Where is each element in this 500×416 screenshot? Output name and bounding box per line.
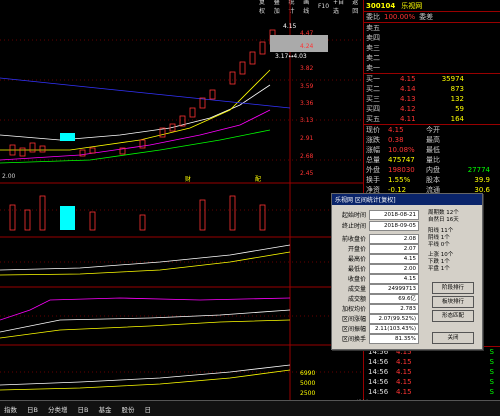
bottom-tab-bar: 指数 日B 分类增 日B 基金 股份 日 <box>0 400 500 416</box>
stat-row: 外盘 198030 内盘 27774 <box>366 166 490 174</box>
change-count-info: 上涨 10个 下跌 1个 平盘 1个 <box>428 252 454 272</box>
svg-text:2.91: 2.91 <box>300 135 314 142</box>
stat-row: 最低价 2.00 <box>336 263 419 274</box>
bottom-tab[interactable]: 分类增 <box>46 404 70 414</box>
svg-text:3.36: 3.36 <box>300 100 314 107</box>
stat-row: 收盘价 4.15 <box>336 273 419 284</box>
order-row: 卖二 <box>366 54 380 62</box>
svg-text:3.59: 3.59 <box>300 83 314 90</box>
close-button[interactable]: 关闭 <box>432 332 474 344</box>
stat-row: 最高价 4.15 <box>336 253 419 264</box>
svg-text:3.13: 3.13 <box>300 117 314 124</box>
stat-row: 区间换手 81.35% <box>336 333 419 344</box>
selection-overlay <box>270 35 328 52</box>
stat-row: 开盘价 2.07 <box>336 243 419 254</box>
indicator-line <box>0 244 291 271</box>
tick-row: 14:56 4.15 S <box>368 388 494 396</box>
svg-text:2.45: 2.45 <box>300 170 314 177</box>
stage-rank-button[interactable]: 阶段排行 <box>432 282 474 294</box>
kline-chart[interactable]: 4.15 3.17↔4.03 2.00 财 配 4.47 4.24 3.82 3… <box>0 0 363 400</box>
event-marker: 财 <box>185 175 191 183</box>
order-row: 买二 4.14 873 <box>366 85 464 93</box>
order-row: 卖五 <box>366 24 380 32</box>
range-label: 3.17↔4.03 <box>275 53 307 60</box>
stat-row: 区间振幅 2.11(103.43%) <box>336 323 419 334</box>
svg-text:2.68: 2.68 <box>300 153 314 160</box>
bottom-tab[interactable]: 指数 <box>2 404 19 414</box>
stat-row: 成交额 69.6亿 <box>336 293 419 304</box>
svg-text:4.47: 4.47 <box>300 30 314 37</box>
quote-stats: 现价 4.15 今开 涨跌 0.38 最高 涨幅 10.08% 最低 总量 475747 量比 … <box>364 124 500 195</box>
stat-row: 加权均价 2.783 <box>336 303 419 314</box>
dialog-title[interactable]: 乐视网 区间统计[复权] <box>332 194 482 205</box>
stat-row: 总量 475747 量比 <box>366 156 440 164</box>
stat-row: 换手 1.55% 股本 39.9 <box>366 176 490 184</box>
order-row: 卖三 <box>366 44 380 52</box>
order-row: 买三 4.13 132 <box>366 95 464 103</box>
ma60-line <box>0 129 271 164</box>
bottom-tab[interactable]: 日B <box>25 404 40 414</box>
stat-row: 区间涨幅 2.07(99.52%) <box>336 313 419 324</box>
price-label: 4.15 <box>283 23 297 30</box>
stat-row: 成交量 24999713 <box>336 283 419 294</box>
volume-bars <box>9 195 266 231</box>
stat-row: 前收盘价 2.08 <box>336 233 419 244</box>
order-row: 买五 4.11 164 <box>366 115 464 123</box>
bottom-tab[interactable]: 基金 <box>96 404 113 414</box>
period-info: 周期数 12个 自然日 16天 <box>428 210 459 223</box>
indicator-line <box>0 364 291 386</box>
svg-text:4.24: 4.24 <box>300 43 314 50</box>
order-row: 卖四 <box>366 34 380 42</box>
tick-row: 14:56 4.15 S <box>368 368 494 376</box>
stock-header: 300104 乐视网 <box>364 0 500 11</box>
indicator-line <box>0 319 291 339</box>
stat-row: 涨幅 10.08% 最低 <box>366 146 440 154</box>
stock-name: 乐视网 <box>401 1 423 10</box>
stock-code: 300104 <box>366 1 396 10</box>
event-marker: 配 <box>255 176 261 183</box>
highlight-candle <box>60 133 75 141</box>
end-time-field[interactable]: 终止时间 2018-09-05 <box>336 220 419 231</box>
indicator-line <box>0 297 291 321</box>
svg-text:6990: 6990 <box>300 370 315 377</box>
sector-rank-button[interactable]: 板块排行 <box>432 296 474 308</box>
order-row: 买四 4.12 59 <box>366 105 464 113</box>
tick-row: 14:56 4.15 S <box>368 378 494 386</box>
order-row: 卖一 <box>366 64 380 72</box>
svg-text:5000: 5000 <box>300 380 315 387</box>
weibi-row: 委比 100.00% 委差 <box>364 11 500 22</box>
tick-list: 14:56 4.15 S 14:56 4.15 S 14:56 4.15 S 14:56 4.… <box>364 346 500 397</box>
start-time-field[interactable]: 起始时间 2018-08-21 <box>336 209 419 220</box>
tick-row: 14:56 4.15 S <box>368 358 494 366</box>
sell-orders: 卖五 卖四 卖三 卖二 卖一 <box>364 22 500 73</box>
highlight-volume <box>60 206 75 230</box>
svg-text:3.82: 3.82 <box>300 65 314 72</box>
svg-text:2500: 2500 <box>300 390 315 397</box>
bottom-tab[interactable]: 日 <box>142 404 153 414</box>
stat-row: 涨跌 0.38 最高 <box>366 136 440 144</box>
ma20-line <box>0 109 271 161</box>
order-row: 买一 4.15 35974 <box>366 75 464 83</box>
ma5-line <box>0 84 271 141</box>
stat-row: 现价 4.15 今开 <box>366 126 440 134</box>
buy-orders: 买一 4.15 35974 买二 4.14 873 买三 4.13 132 买四 4.12 59… <box>364 73 500 124</box>
candle-count-info: 阳线 11个 阴线 1个 平线 0个 <box>428 228 454 248</box>
interval-stats-dialog[interactable]: 乐视网 区间统计[复权] 起始时间 2018-08-21 终止时间 2018-09-… <box>331 193 483 350</box>
pattern-match-button[interactable]: 形态匹配 <box>432 310 474 322</box>
bottom-tab[interactable]: 股份 <box>119 404 136 414</box>
bottom-tab[interactable]: 日B <box>75 404 90 414</box>
indicator-line <box>0 369 291 391</box>
volume-scale: 6990 5000 2500 <box>300 370 315 397</box>
axis-left-label: 2.00 <box>2 173 16 180</box>
